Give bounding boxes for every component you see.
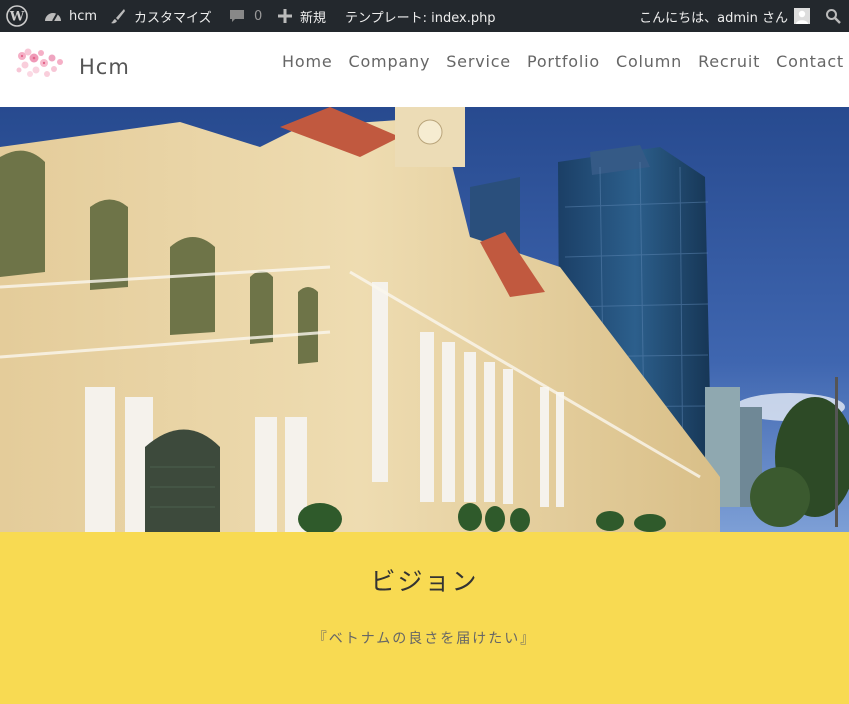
template-info[interactable]: テンプレート: index.php	[345, 0, 496, 32]
site-name-label: hcm	[69, 8, 98, 24]
hero-image	[0, 107, 849, 532]
user-silhouette-icon	[796, 10, 808, 24]
admin-bar: W hcm カスタマイズ 0 新規 テンプレート: index.php こんにち…	[0, 0, 849, 32]
city-hall-photo	[0, 107, 849, 532]
nav-item-company[interactable]: Company	[349, 52, 431, 71]
customize-button[interactable]: カスタマイズ	[110, 0, 212, 32]
wordpress-logo-button[interactable]: W	[6, 0, 28, 32]
comments-count: 0	[254, 8, 263, 24]
nav-item-portfolio[interactable]: Portfolio	[527, 52, 600, 71]
customize-label: カスタマイズ	[134, 10, 212, 26]
comments-button[interactable]: 0	[229, 0, 262, 32]
site-name-button[interactable]: hcm	[44, 0, 97, 32]
site-title[interactable]: Hcm	[79, 55, 130, 79]
comment-icon	[230, 10, 244, 22]
new-content-button[interactable]: 新規	[278, 0, 326, 32]
nav-item-home[interactable]: Home	[282, 52, 332, 71]
nav-item-column[interactable]: Column	[616, 52, 682, 71]
greeting-label: こんにちは、admin さん	[639, 10, 788, 26]
vision-title: ビジョン	[370, 567, 479, 596]
vision-section: ビジョン 『ベトナムの良さを届けたい』	[0, 532, 849, 704]
nav-item-service[interactable]: Service	[446, 52, 511, 71]
main-navigation: Home Company Service Portfolio Column Re…	[266, 52, 844, 71]
search-icon	[826, 9, 841, 24]
sakura-logo-icon[interactable]	[14, 46, 66, 80]
vision-subtitle: 『ベトナムの良さを届けたい』	[312, 631, 537, 647]
svg-text:W: W	[9, 10, 25, 25]
plus-icon	[278, 9, 292, 23]
nav-item-contact[interactable]: Contact	[776, 52, 844, 71]
avatar	[794, 8, 810, 24]
brush-icon	[111, 9, 125, 24]
my-account-button[interactable]: こんにちは、admin さん	[639, 0, 810, 32]
admin-search-button[interactable]	[825, 0, 841, 32]
nav-item-recruit[interactable]: Recruit	[698, 52, 760, 71]
wordpress-icon: W	[6, 5, 28, 27]
dashboard-icon	[45, 13, 61, 22]
site-header: Hcm Home Company Service Portfolio Colum…	[0, 32, 849, 107]
new-label: 新規	[300, 10, 327, 26]
template-label: テンプレート: index.php	[345, 10, 496, 26]
